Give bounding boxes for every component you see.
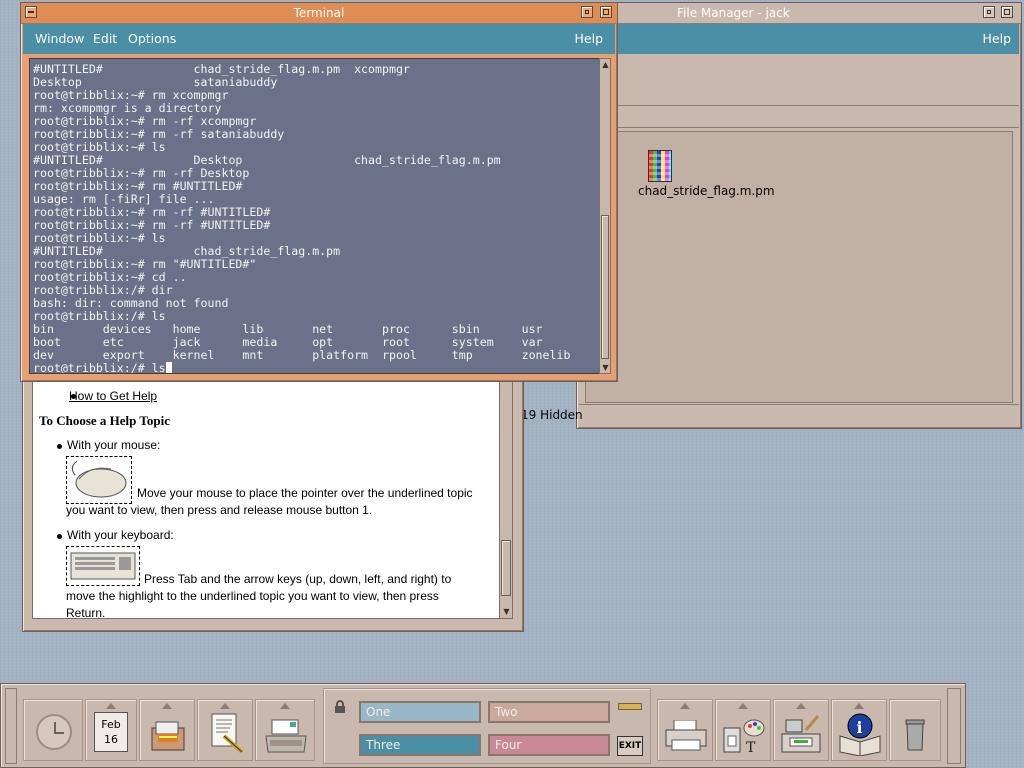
text-cursor (165, 362, 172, 373)
subpanel-arrow-icon[interactable] (738, 703, 748, 709)
file-manager-status-bar: 19 Hidden (521, 404, 1019, 425)
file-manager-titlebar[interactable]: File Manager - jack (577, 3, 1021, 24)
minimize-button[interactable] (581, 6, 593, 18)
trash-slot (889, 699, 941, 761)
keyboard-text-2: move the highlight to the underlined top… (66, 589, 439, 603)
text-editor-slot (197, 699, 253, 761)
mailer-slot (255, 699, 315, 761)
app-manager-slot (773, 699, 829, 761)
terminal-window: Terminal Window Edit Options Help #UNTIT… (20, 2, 618, 382)
clock-slot (23, 699, 83, 761)
trash-can-icon[interactable] (904, 718, 926, 752)
file-name-label: chad_stride_flag.m.pm (638, 184, 775, 198)
clock-icon[interactable] (36, 714, 72, 750)
style-manager-icon[interactable]: T (722, 714, 768, 756)
style-manager-slot: T (715, 699, 771, 761)
mouse-text-2: you want to view, then press and release… (66, 503, 373, 517)
workspace-three-button[interactable]: Three (359, 734, 481, 756)
file-manager-slot (139, 699, 195, 761)
lock-icon[interactable] (334, 699, 346, 713)
terminal-scrollbar[interactable]: ▲ ▼ (599, 58, 611, 374)
file-manager-title: File Manager - jack (677, 6, 790, 20)
menu-options[interactable]: Options (128, 24, 176, 54)
printer-icon[interactable] (664, 719, 708, 752)
workspace-four-button[interactable]: Four (488, 734, 610, 756)
keyboard-label: With your keyboard: (67, 528, 174, 542)
mouse-icon (66, 456, 132, 504)
terminal-title: Terminal (293, 6, 345, 20)
maximize-button[interactable] (1001, 6, 1013, 18)
help-manager-slot: i (831, 699, 887, 761)
help-info-icon[interactable]: i (838, 712, 882, 757)
scroll-up-icon[interactable]: ▲ (600, 59, 611, 70)
mail-icon[interactable] (264, 718, 308, 754)
scroll-thumb[interactable] (501, 540, 511, 596)
window-menu-button[interactable] (25, 6, 37, 18)
scroll-thumb[interactable] (601, 215, 609, 359)
menu-help[interactable]: Help (575, 24, 604, 54)
terminal-output[interactable]: #UNTITLED# chad_stride_flag.m.pm xcompmg… (29, 58, 600, 374)
scroll-down-icon[interactable]: ▼ (600, 362, 611, 373)
how-to-get-help-link[interactable]: How to Get Help (69, 389, 157, 403)
minimize-button[interactable] (983, 6, 995, 18)
file-manager-toolbar (579, 55, 1019, 106)
file-manager-menubar: Help (579, 24, 1019, 54)
keyboard-text-3: Return. (66, 606, 106, 619)
svg-text:T: T (746, 740, 756, 756)
exit-button[interactable]: EXIT (617, 736, 643, 756)
file-manager-window: File Manager - jack Help chad_stride_fla… (521, 2, 1022, 429)
workspace-switcher: One Two Three Four EXIT (323, 688, 651, 764)
terminal-prompt-line[interactable]: root@tribblix:/# ls (33, 361, 172, 374)
subpanel-arrow-icon[interactable] (796, 703, 806, 709)
terminal-prompt: root@tribblix:/# ls (33, 361, 166, 374)
subpanel-arrow-icon[interactable] (106, 703, 116, 709)
svg-text:i: i (857, 718, 863, 737)
panel-right-handle[interactable] (947, 688, 961, 764)
scroll-down-icon[interactable]: ▼ (501, 606, 512, 617)
help-viewer-window: How to Get Help To Choose a Help Topic W… (22, 370, 524, 632)
subpanel-arrow-icon[interactable] (162, 703, 172, 709)
file-item[interactable]: chad_stride_flag.m.pm (636, 150, 796, 200)
mouse-text-1: Move your mouse to place the pointer ove… (137, 486, 473, 500)
busy-light (618, 703, 642, 710)
menu-window[interactable]: Window (35, 24, 84, 54)
calendar-day: 16 (104, 733, 118, 746)
text-editor-icon[interactable] (208, 712, 246, 754)
help-scrollbar[interactable]: ▼ (499, 379, 513, 619)
menu-edit[interactable]: Edit (93, 24, 117, 54)
application-manager-icon[interactable] (780, 712, 824, 756)
subpanel-arrow-icon[interactable] (280, 703, 290, 709)
subpanel-arrow-icon[interactable] (680, 703, 690, 709)
subpanel-arrow-icon[interactable] (854, 703, 864, 709)
bullet (57, 444, 62, 449)
file-manager-file-area: chad_stride_flag.m.pm (585, 131, 1013, 403)
file-manager-path-bar (579, 107, 1019, 128)
printer-slot (657, 699, 713, 761)
maximize-button[interactable] (600, 6, 612, 18)
mouse-label: With your mouse: (67, 438, 161, 452)
calendar-icon[interactable]: Feb 16 (94, 712, 128, 752)
bullet (57, 534, 62, 539)
terminal-menubar: Window Edit Options Help (23, 24, 615, 54)
status-hidden-count: 19 Hidden (521, 408, 583, 422)
panel-left-handle[interactable] (5, 688, 17, 764)
help-content: How to Get Help To Choose a Help Topic W… (32, 379, 500, 619)
help-heading: To Choose a Help Topic (39, 413, 171, 428)
front-panel: Feb 16 One Two Three Four EXIT T i (0, 683, 966, 768)
keyboard-text-1: Press Tab and the arrow keys (up, down, … (144, 572, 452, 586)
keyboard-icon (66, 546, 140, 586)
file-manager-help-menu[interactable]: Help (983, 24, 1012, 54)
calendar-slot: Feb 16 (85, 699, 137, 761)
image-file-icon (648, 150, 672, 182)
home-folder-icon[interactable] (150, 718, 186, 752)
workspace-one-button[interactable]: One (359, 701, 481, 723)
workspace-two-button[interactable]: Two (488, 701, 610, 723)
calendar-month: Feb (101, 718, 121, 731)
subpanel-arrow-icon[interactable] (220, 703, 230, 709)
terminal-titlebar[interactable]: Terminal (21, 3, 617, 24)
